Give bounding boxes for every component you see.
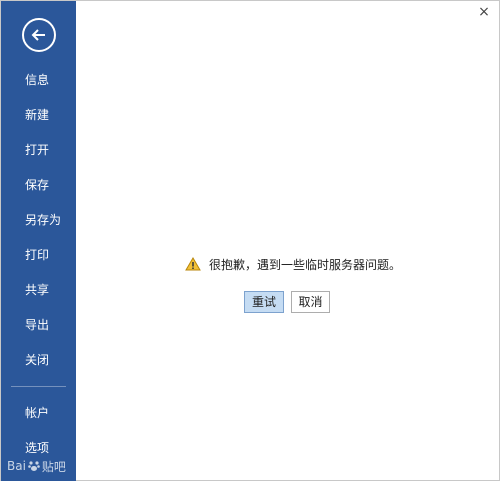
menu-item-export[interactable]: 导出 [1, 308, 76, 343]
close-button[interactable]: × [477, 5, 491, 19]
cancel-button[interactable]: 取消 [291, 291, 330, 313]
back-arrow-icon [31, 29, 45, 41]
retry-button[interactable]: 重试 [244, 291, 284, 313]
watermark-text-right: 贴吧 [41, 459, 66, 474]
error-message-row: 很抱歉，遇到一些临时服务器问题。 [185, 255, 401, 273]
menu-item-print[interactable]: 打印 [1, 238, 76, 273]
backstage-sidebar: 信息 新建 打开 保存 另存为 打印 共享 导出 关闭 帐户 选项 Bai 贴吧 [1, 1, 76, 481]
backstage-menu-bottom: 帐户 选项 [1, 396, 76, 466]
back-button[interactable] [22, 18, 56, 52]
backstage-window: 信息 新建 打开 保存 另存为 打印 共享 导出 关闭 帐户 选项 Bai 贴吧 [0, 0, 500, 481]
menu-item-save[interactable]: 保存 [1, 168, 76, 203]
backstage-menu: 信息 新建 打开 保存 另存为 打印 共享 导出 关闭 [1, 63, 76, 378]
watermark-text-left: Bai [7, 459, 26, 473]
menu-item-new[interactable]: 新建 [1, 98, 76, 133]
menu-item-close[interactable]: 关闭 [1, 343, 76, 378]
menu-item-share[interactable]: 共享 [1, 273, 76, 308]
paw-icon [28, 461, 40, 471]
menu-divider [11, 386, 66, 387]
menu-item-save-as[interactable]: 另存为 [1, 203, 76, 238]
menu-item-account[interactable]: 帐户 [1, 396, 76, 431]
baidu-tieba-watermark: Bai 贴吧 [7, 457, 66, 475]
warning-icon [185, 257, 201, 271]
error-message: 很抱歉，遇到一些临时服务器问题。 [209, 257, 402, 272]
menu-item-open[interactable]: 打开 [1, 133, 76, 168]
menu-item-info[interactable]: 信息 [1, 63, 76, 98]
